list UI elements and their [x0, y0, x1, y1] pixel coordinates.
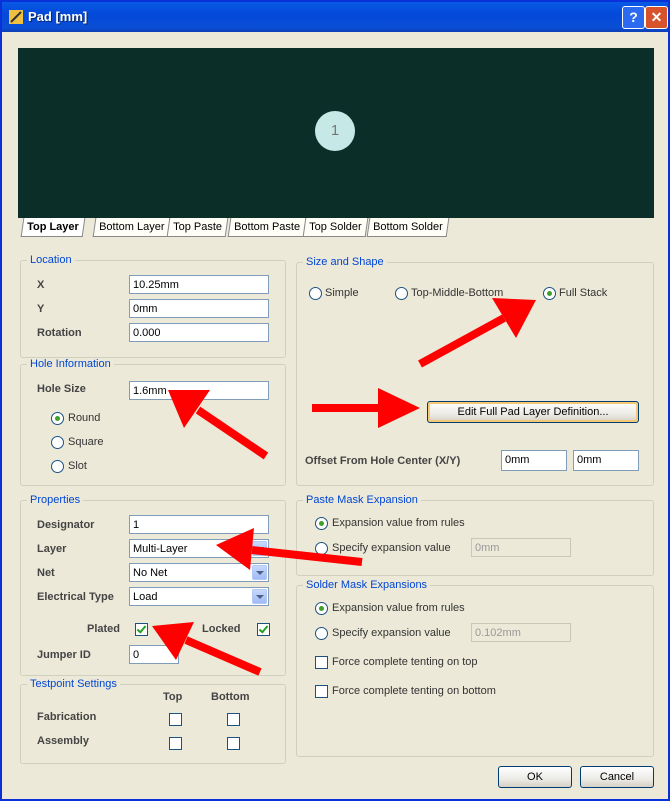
- testpoint-title: Testpoint Settings: [27, 678, 120, 690]
- net-select[interactable]: No Net: [129, 563, 269, 582]
- top-header: Top: [163, 691, 183, 703]
- layer-value: Multi-Layer: [133, 543, 188, 555]
- pad-app-icon: [9, 10, 23, 24]
- title-bar: Pad [mm] ? ✕: [2, 2, 668, 32]
- solder-rules-label: Expansion value from rules: [332, 602, 465, 614]
- round-radio[interactable]: [51, 412, 64, 425]
- size-shape-title: Size and Shape: [303, 256, 387, 268]
- tent-bottom-checkbox[interactable]: [315, 685, 328, 698]
- ok-button[interactable]: OK: [498, 766, 572, 788]
- properties-title: Properties: [27, 494, 84, 506]
- assembly-label: Assembly: [37, 735, 89, 747]
- solder-specify-radio[interactable]: [315, 627, 328, 640]
- locked-checkbox[interactable]: [257, 623, 270, 636]
- y-label: Y: [37, 303, 45, 315]
- bottom-header: Bottom: [211, 691, 250, 703]
- window-title: Pad [mm]: [28, 9, 88, 24]
- paste-mask-title: Paste Mask Expansion: [303, 494, 421, 506]
- fabrication-bottom-checkbox[interactable]: [227, 713, 240, 726]
- layer-label: Layer: [37, 543, 67, 555]
- assembly-bottom-checkbox[interactable]: [227, 737, 240, 750]
- pad-shape: 1: [315, 111, 355, 151]
- rotation-label: Rotation: [37, 327, 82, 339]
- location-title: Location: [27, 254, 75, 266]
- pad-dialog: Pad [mm] ? ✕ 1 Top Layer Bottom Layer To…: [0, 0, 670, 801]
- solder-mask-title: Solder Mask Expansions: [303, 579, 431, 591]
- tab-top-layer[interactable]: Top Layer: [20, 218, 86, 237]
- etype-select[interactable]: Load: [129, 587, 269, 606]
- offset-label: Offset From Hole Center (X/Y): [305, 455, 461, 467]
- paste-rules-radio[interactable]: [315, 517, 328, 530]
- jumper-label: Jumper ID: [37, 649, 91, 661]
- simple-label: Simple: [325, 287, 359, 299]
- tab-bottom-paste[interactable]: Bottom Paste: [227, 218, 307, 237]
- full-stack-label: Full Stack: [559, 287, 608, 299]
- tmb-radio[interactable]: [395, 287, 408, 300]
- solder-specify-input[interactable]: 0.102mm: [471, 623, 571, 642]
- rotation-input[interactable]: 0.000: [129, 323, 269, 342]
- layer-select[interactable]: Multi-Layer: [129, 539, 269, 558]
- plated-label: Plated: [87, 623, 121, 635]
- location-group: Location X 10.25mm Y 0mm Rotation 0.000: [20, 254, 286, 358]
- tmb-label: Top-Middle-Bottom: [411, 287, 504, 299]
- offset-y-input[interactable]: 0mm: [573, 450, 639, 471]
- hole-size-label: Hole Size: [37, 383, 86, 395]
- etype-label: Electrical Type: [37, 591, 114, 603]
- fabrication-top-checkbox[interactable]: [169, 713, 182, 726]
- simple-radio[interactable]: [309, 287, 322, 300]
- tent-bottom-label: Force complete tenting on bottom: [332, 685, 496, 697]
- designator-input[interactable]: 1: [129, 515, 269, 534]
- size-shape-group: Size and Shape Simple Top-Middle-Bottom …: [296, 256, 654, 486]
- x-label: X: [37, 279, 45, 291]
- x-input[interactable]: 10.25mm: [129, 275, 269, 294]
- hole-title: Hole Information: [27, 358, 114, 370]
- solder-mask-group: Solder Mask Expansions Expansion value f…: [296, 579, 654, 757]
- edit-pad-layer-button[interactable]: Edit Full Pad Layer Definition...: [427, 401, 639, 423]
- net-label: Net: [37, 567, 55, 579]
- designator-label: Designator: [37, 519, 95, 531]
- close-button[interactable]: ✕: [645, 6, 668, 29]
- tab-top-solder[interactable]: Top Solder: [302, 218, 368, 237]
- assembly-top-checkbox[interactable]: [169, 737, 182, 750]
- square-radio[interactable]: [51, 436, 64, 449]
- net-value: No Net: [133, 567, 168, 579]
- square-label: Square: [68, 436, 104, 448]
- paste-specify-radio[interactable]: [315, 542, 328, 555]
- tab-bottom-solder[interactable]: Bottom Solder: [366, 218, 450, 237]
- y-input[interactable]: 0mm: [129, 299, 269, 318]
- cancel-button[interactable]: Cancel: [580, 766, 654, 788]
- tent-top-label: Force complete tenting on top: [332, 656, 478, 668]
- properties-group: Properties Designator 1 Layer Multi-Laye…: [20, 494, 286, 676]
- paste-rules-label: Expansion value from rules: [332, 517, 465, 529]
- slot-label: Slot: [68, 460, 87, 472]
- tab-top-paste[interactable]: Top Paste: [166, 218, 229, 237]
- chevron-down-icon[interactable]: [252, 589, 267, 604]
- hole-size-input[interactable]: 1.6mm: [129, 381, 269, 400]
- solder-specify-label: Specify expansion value: [332, 627, 451, 639]
- chevron-down-icon[interactable]: [252, 541, 267, 556]
- hole-group: Hole Information Hole Size 1.6mm Round S…: [20, 358, 286, 486]
- jumper-input[interactable]: 0: [129, 645, 179, 664]
- round-label: Round: [68, 412, 101, 424]
- etype-value: Load: [133, 591, 158, 603]
- fabrication-label: Fabrication: [37, 711, 97, 723]
- paste-specify-label: Specify expansion value: [332, 542, 451, 554]
- paste-mask-group: Paste Mask Expansion Expansion value fro…: [296, 494, 654, 576]
- slot-radio[interactable]: [51, 460, 64, 473]
- plated-checkbox[interactable]: [135, 623, 148, 636]
- tab-bottom-layer[interactable]: Bottom Layer: [92, 218, 171, 237]
- offset-x-input[interactable]: 0mm: [501, 450, 567, 471]
- chevron-down-icon[interactable]: [252, 565, 267, 580]
- locked-label: Locked: [202, 623, 241, 635]
- solder-rules-radio[interactable]: [315, 602, 328, 615]
- full-stack-radio[interactable]: [543, 287, 556, 300]
- help-button[interactable]: ?: [622, 6, 645, 29]
- tent-top-checkbox[interactable]: [315, 656, 328, 669]
- paste-specify-input[interactable]: 0mm: [471, 538, 571, 557]
- testpoint-group: Testpoint Settings Top Bottom Fabricatio…: [20, 678, 286, 764]
- pad-preview: 1: [18, 48, 654, 218]
